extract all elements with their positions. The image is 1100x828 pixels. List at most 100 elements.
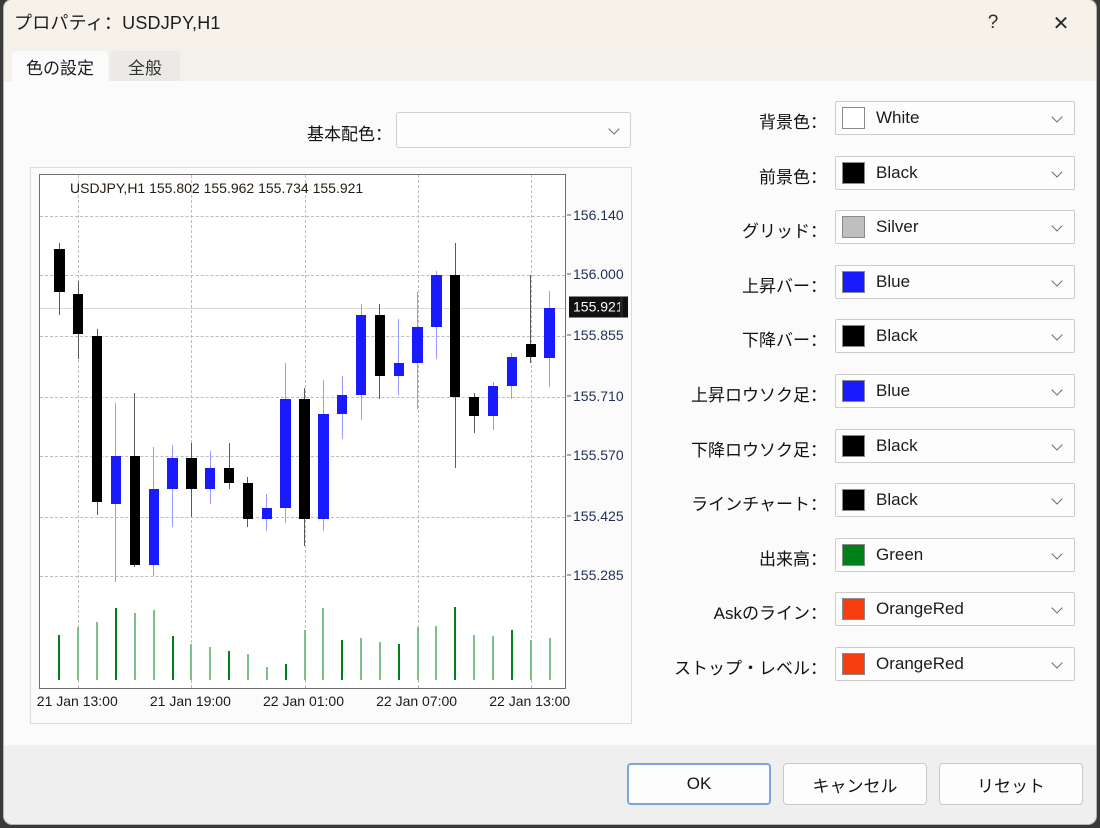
color-name: Black bbox=[876, 435, 918, 455]
chart-ohlc-label: USDJPY,H1 155.802 155.962 155.734 155.92… bbox=[70, 180, 364, 196]
y-axis-tick bbox=[567, 334, 571, 336]
candle-body bbox=[525, 344, 536, 357]
candle-body bbox=[487, 386, 499, 416]
cancel-button[interactable]: キャンセル bbox=[783, 763, 927, 805]
color-scheme-row: 基本配色： bbox=[4, 112, 649, 150]
color-select[interactable]: Black bbox=[835, 319, 1075, 354]
x-axis-label: 21 Jan 13:00 bbox=[36, 693, 118, 709]
color-name: Silver bbox=[876, 217, 919, 237]
chart-plot-area: USDJPY,H1 155.802 155.962 155.734 155.92… bbox=[39, 174, 566, 689]
candle-body bbox=[148, 489, 159, 566]
ok-button[interactable]: OK bbox=[627, 763, 771, 805]
volume-bar bbox=[133, 612, 136, 680]
y-axis-label: 155.285 bbox=[573, 566, 624, 583]
volume-bar bbox=[190, 643, 193, 680]
grid-line-vertical bbox=[78, 175, 80, 688]
y-axis-label: 155.570 bbox=[573, 446, 624, 463]
color-select[interactable]: Silver bbox=[835, 210, 1075, 245]
color-select[interactable]: Black bbox=[835, 428, 1075, 463]
y-axis-label: 155.855 bbox=[573, 326, 624, 343]
color-row: 背景色： White bbox=[649, 101, 1089, 135]
grid-line-horizontal bbox=[40, 215, 565, 217]
volume-bar bbox=[322, 608, 325, 680]
volume-bar bbox=[529, 639, 532, 680]
y-axis-tick bbox=[567, 214, 571, 216]
volume-bar bbox=[265, 666, 268, 680]
color-name: Black bbox=[876, 490, 918, 510]
volume-bar bbox=[171, 636, 174, 680]
color-row-label: 背景色： bbox=[759, 113, 827, 132]
color-select[interactable]: Blue bbox=[835, 264, 1075, 299]
color-swatch-icon bbox=[842, 380, 865, 402]
close-icon[interactable]: ✕ bbox=[1038, 0, 1084, 46]
color-row-label: 下降バー： bbox=[742, 331, 827, 351]
color-swatch-icon bbox=[842, 434, 865, 457]
color-select[interactable]: White bbox=[835, 101, 1075, 135]
candle-body bbox=[318, 413, 329, 519]
color-scheme-select[interactable] bbox=[396, 112, 631, 148]
color-name: OrangeRed bbox=[876, 654, 964, 673]
chevron-down-icon bbox=[1053, 331, 1063, 341]
content-panel: 基本配色： USDJPY,H1 155.802 155.962 155.734 … bbox=[4, 81, 1096, 745]
help-icon[interactable]: ? bbox=[970, 0, 1016, 46]
volume-bar bbox=[114, 608, 117, 680]
color-row-label: 上昇ロウソク足： bbox=[691, 386, 827, 405]
color-select[interactable]: OrangeRed bbox=[835, 592, 1075, 627]
candle-body bbox=[450, 274, 461, 397]
color-name: Green bbox=[876, 544, 924, 564]
candle-body bbox=[468, 396, 480, 416]
color-name: Blue bbox=[876, 381, 911, 400]
volume-bar bbox=[473, 634, 476, 680]
y-axis-label: 156.000 bbox=[573, 265, 624, 282]
volume-bar bbox=[435, 625, 438, 680]
chevron-down-icon bbox=[1053, 386, 1063, 396]
volume-bar bbox=[397, 643, 400, 680]
current-price-line bbox=[40, 307, 565, 309]
color-swatch-icon bbox=[842, 161, 865, 184]
candle-body bbox=[129, 455, 140, 566]
candle-body bbox=[110, 455, 122, 505]
color-row: ラインチャート： Black bbox=[649, 483, 1089, 518]
grid-line-vertical bbox=[417, 175, 419, 688]
title-bar: プロパティ：USDJPY,H1 ? ✕ bbox=[4, 0, 1096, 47]
x-axis-label: 22 Jan 13:00 bbox=[489, 693, 571, 709]
candle-body bbox=[261, 508, 272, 519]
color-select[interactable]: Green bbox=[835, 537, 1075, 572]
volume-bar bbox=[548, 637, 551, 680]
color-select[interactable]: Black bbox=[835, 483, 1075, 518]
tab-color-settings[interactable]: 色の設定 bbox=[12, 51, 108, 81]
volume-bar bbox=[209, 647, 212, 680]
color-name: White bbox=[876, 108, 920, 127]
y-axis-label: 155.710 bbox=[573, 387, 624, 404]
color-row-label: 前景色： bbox=[759, 167, 827, 187]
candle-body bbox=[73, 293, 84, 334]
color-row-label: グリッド： bbox=[742, 222, 827, 242]
candle-body bbox=[393, 363, 404, 376]
candle-body bbox=[506, 356, 518, 387]
y-axis-tick bbox=[567, 395, 571, 397]
color-select[interactable]: Blue bbox=[835, 374, 1075, 408]
y-axis-label: 155.425 bbox=[573, 507, 624, 524]
volume-bar bbox=[510, 630, 513, 680]
candle-body bbox=[242, 482, 254, 519]
volume-bar bbox=[378, 642, 381, 680]
color-select[interactable]: OrangeRed bbox=[835, 647, 1075, 681]
candle-body bbox=[280, 398, 291, 509]
color-row-label: ラインチャート： bbox=[691, 495, 827, 515]
color-select[interactable]: Black bbox=[835, 155, 1075, 190]
candle-body bbox=[431, 274, 442, 328]
volume-bar bbox=[454, 607, 457, 680]
color-swatch-icon bbox=[842, 270, 865, 293]
reset-button[interactable]: リセット bbox=[939, 763, 1083, 805]
y-axis-tick bbox=[567, 574, 571, 576]
color-swatch-icon bbox=[842, 543, 865, 566]
color-swatch-icon bbox=[842, 653, 865, 675]
color-row: 下降ロウソク足： Black bbox=[649, 428, 1089, 463]
chevron-down-icon bbox=[610, 125, 620, 135]
candle-body bbox=[299, 398, 310, 519]
tab-general[interactable]: 全般 bbox=[110, 51, 180, 81]
candle-body bbox=[337, 394, 348, 414]
dialog-footer: OK キャンセル リセット bbox=[4, 745, 1096, 824]
color-row-label: 下降ロウソク足： bbox=[691, 440, 827, 460]
color-row: 上昇ロウソク足： Blue bbox=[649, 374, 1089, 408]
